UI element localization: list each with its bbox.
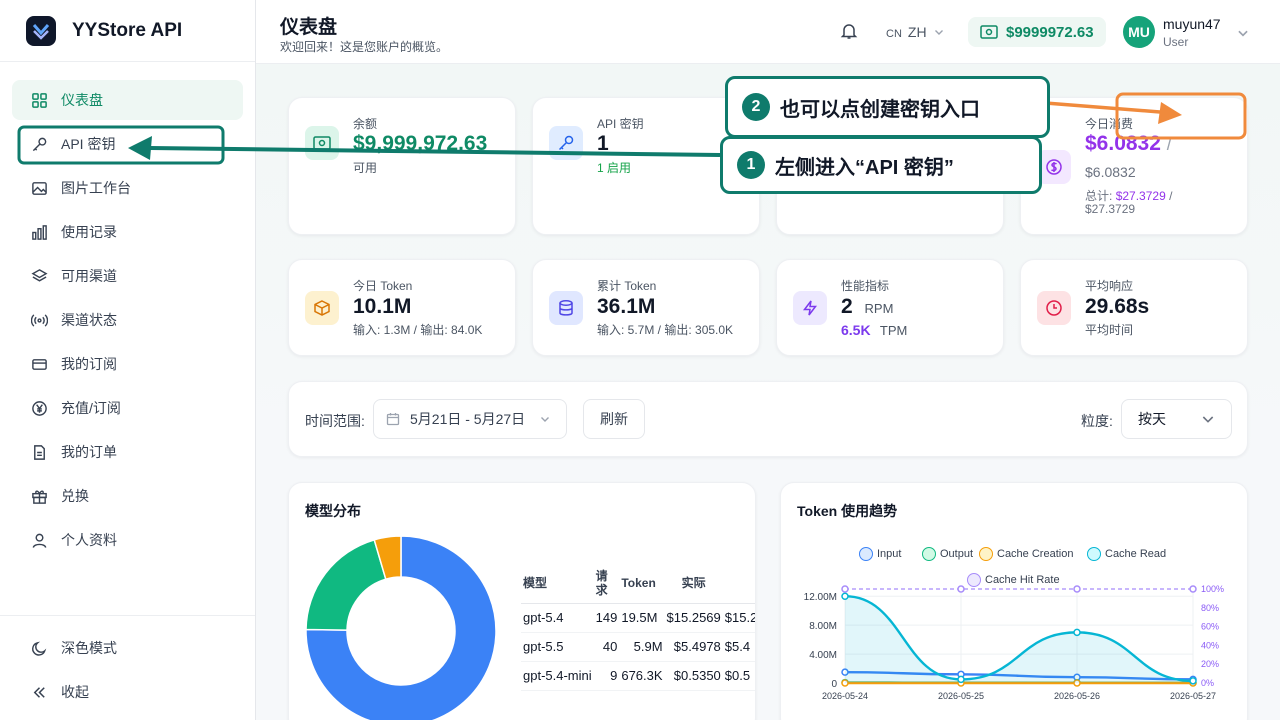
arrow-line-1 (149, 146, 721, 157)
callout-text: 也可以点创建密钥入口 (780, 98, 980, 121)
arrow-head-1 (128, 136, 152, 160)
api-key-highlight-box (17, 125, 225, 165)
callout-number: 1 (737, 151, 765, 179)
callout-step-1: 1 左侧进入“API 密钥” (720, 136, 1042, 194)
callout-step-2: 2 也可以点创建密钥入口 (725, 76, 1050, 138)
create-key-highlight-box (1115, 92, 1247, 140)
callout-number: 2 (742, 93, 770, 121)
annotation-overlay (17, 92, 1247, 165)
arrow-head-2 (1158, 102, 1182, 124)
callout-text: 左侧进入“API 密钥” (775, 156, 954, 179)
